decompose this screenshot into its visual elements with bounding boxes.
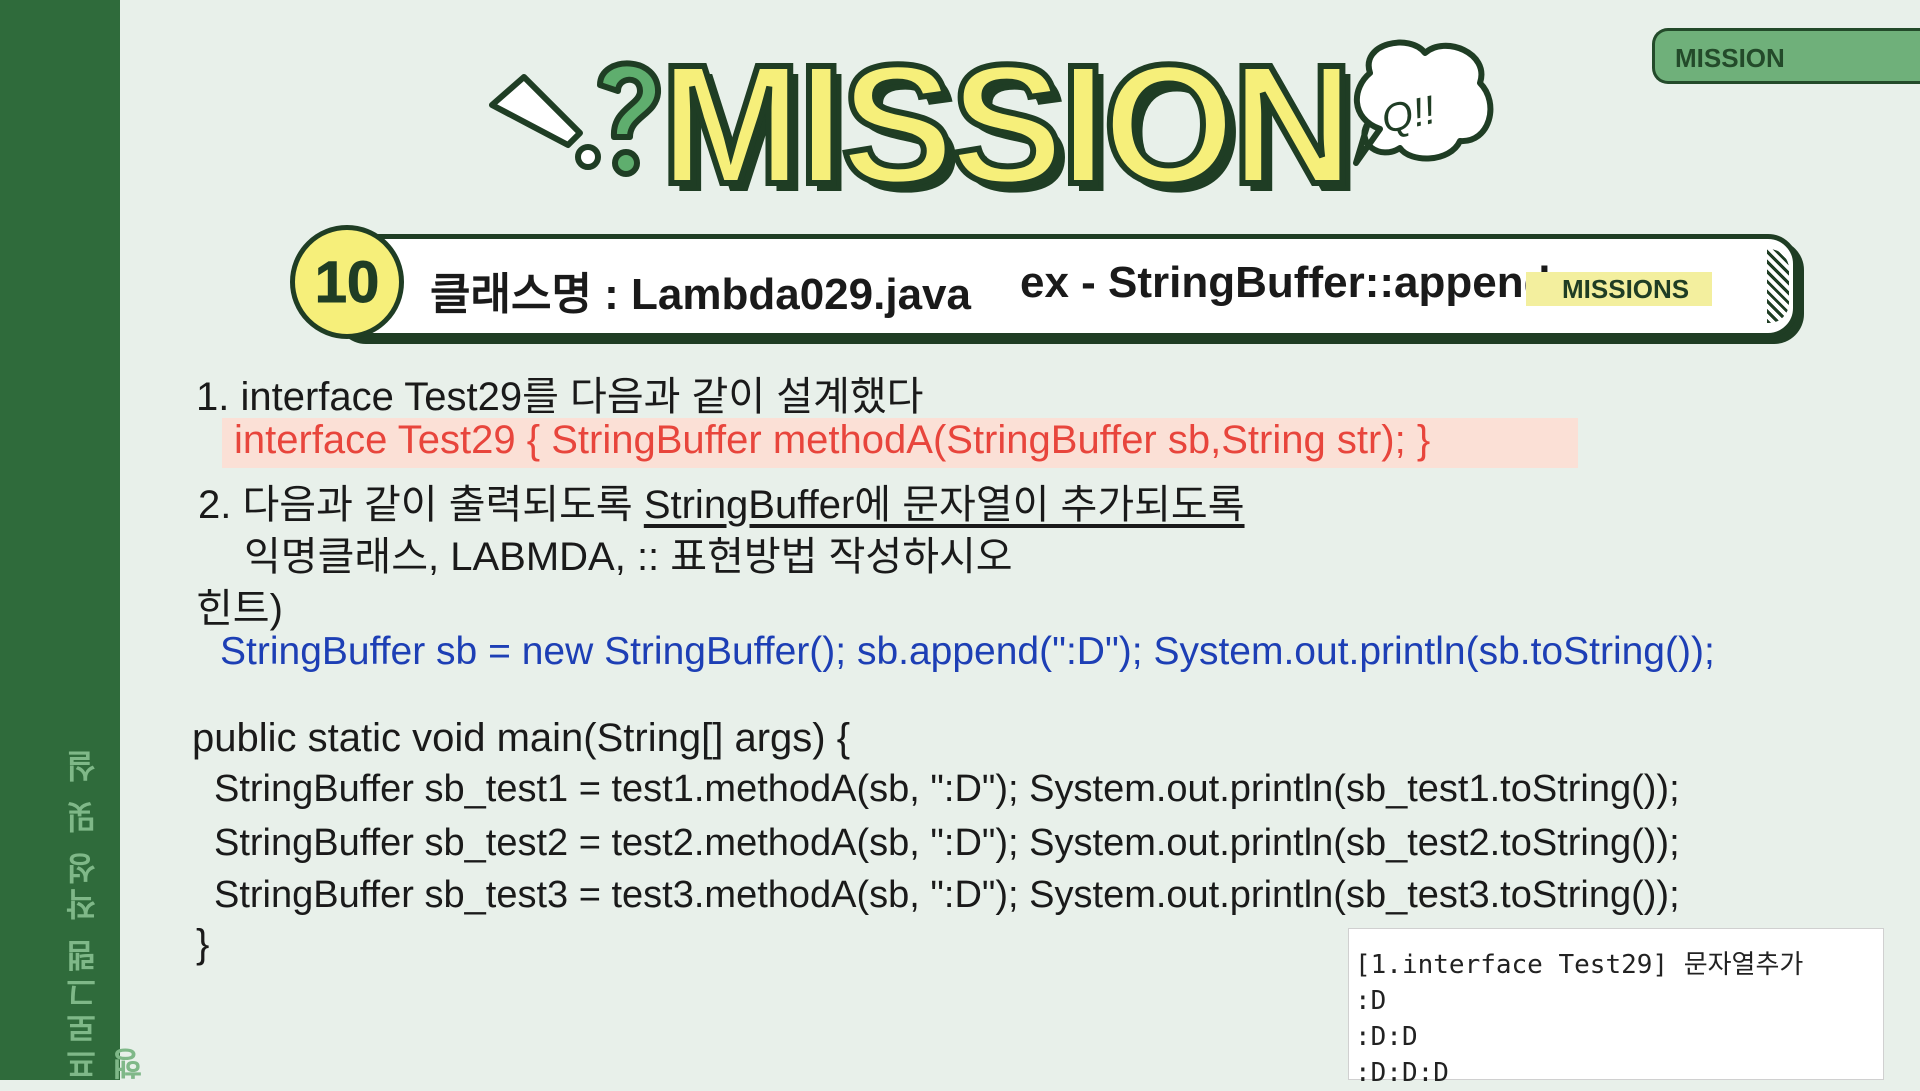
exclamation-question-icon: [489, 60, 662, 177]
main-line-1: StringBuffer sb_test1 = test1.methodA(sb…: [214, 768, 1680, 810]
hint-code: StringBuffer sb = new StringBuffer(); sb…: [220, 630, 1715, 673]
sidebar-label: 프로그램 작성 및 실행: [64, 746, 148, 1080]
instruction-line-2-prefix: 2. 다음과 같이 출력되도록: [198, 483, 644, 527]
console-line: :D:D: [1355, 1022, 1418, 1052]
instruction-line-2: 2. 다음과 같이 출력되도록 StringBuffer에 문자열이 추가되도록: [198, 472, 1245, 530]
console-line: :D:D:D: [1355, 1058, 1449, 1088]
console-line: [1.interface Test29] 문자열추가: [1355, 950, 1804, 980]
instruction-line-2-underlined: StringBuffer에 문자열이 추가되도록: [643, 483, 1245, 527]
missions-tag: MISSIONS: [1526, 272, 1712, 306]
sidebar: 프로그램 작성 및 실행: [0, 0, 148, 1080]
hint-label: 힌트): [196, 587, 283, 631]
main-line-2: StringBuffer sb_test2 = test2.methodA(sb…: [214, 822, 1680, 864]
example-label: ex - StringBuffer::append: [1020, 258, 1551, 307]
instruction-line-3: 익명클래스, LABMDA, :: 표현방법 작성하시오: [244, 535, 1013, 579]
interface-code: interface Test29 { StringBuffer methodA(…: [234, 418, 1431, 462]
mission-title-art: MISSION Q!!: [480, 25, 1510, 220]
mission-tab[interactable]: MISSION: [1652, 28, 1920, 84]
bar-hatch-decoration: [1767, 249, 1789, 323]
main-line-3: StringBuffer sb_test3 = test3.methodA(sb…: [214, 874, 1680, 916]
console-output: [1.interface Test29] 문자열추가 :D :D:D :D:D:…: [1348, 928, 1884, 1088]
mission-number-badge: 10: [290, 225, 404, 339]
main-close: }: [196, 922, 210, 966]
class-name-label: 클래스명 : Lambda029.java: [430, 270, 971, 319]
console-line: :D: [1355, 986, 1387, 1016]
instruction-line-1: 1. interface Test29를 다음과 같이 설계했다: [196, 375, 924, 419]
mission-title: MISSION: [657, 30, 1357, 220]
main-open: public static void main(String[] args) {: [192, 716, 851, 760]
